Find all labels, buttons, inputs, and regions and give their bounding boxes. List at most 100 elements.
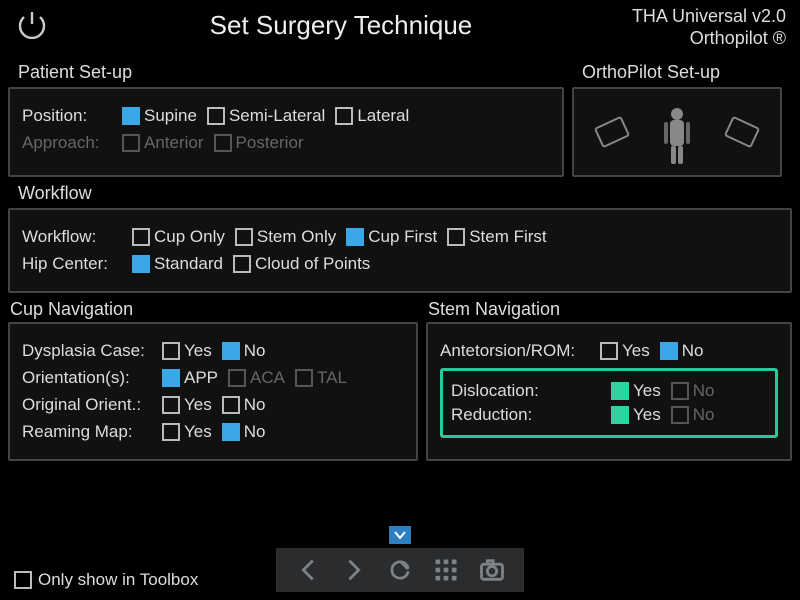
settings-icon[interactable]: [386, 556, 414, 584]
original-orient-label: Original Orient.:: [22, 395, 152, 415]
orientation-aca-label: ACA: [250, 368, 285, 388]
antetorsion-no-option[interactable]: No: [660, 341, 704, 361]
orientation-tal-option: TAL: [295, 368, 347, 388]
dislocation-no-option: No: [671, 381, 715, 401]
orthopilot-setup-diagram[interactable]: [572, 87, 782, 177]
workflow-label: Workflow:: [22, 227, 122, 247]
checkbox-checked-icon: [132, 255, 150, 273]
antetorsion-yes-option[interactable]: Yes: [600, 341, 650, 361]
page-title: Set Surgery Technique: [50, 6, 632, 41]
approach-posterior-option: Posterior: [214, 133, 304, 153]
checkbox-checked-icon: [222, 342, 240, 360]
approach-posterior-label: Posterior: [236, 133, 304, 153]
checkbox-checked-icon: [611, 382, 629, 400]
dislocation-yes-option[interactable]: Yes: [611, 381, 661, 401]
hip-center-cloud-option[interactable]: Cloud of Points: [233, 254, 370, 274]
approach-anterior-option: Anterior: [122, 133, 204, 153]
reduction-label: Reduction:: [451, 405, 601, 425]
checkbox-icon: [233, 255, 251, 273]
dysplasia-yes-label: Yes: [184, 341, 212, 361]
power-icon[interactable]: [14, 8, 50, 44]
next-button[interactable]: [340, 556, 368, 584]
orientation-app-label: APP: [184, 368, 218, 388]
approach-label: Approach:: [22, 133, 112, 153]
reaming-yes-label: Yes: [184, 422, 212, 442]
only-show-in-toolbox-option[interactable]: Only show in Toolbox: [14, 570, 198, 590]
prev-button[interactable]: [294, 556, 322, 584]
bottom-toolbar: [276, 548, 524, 592]
workflow-title: Workflow: [18, 183, 792, 204]
hip-center-cloud-label: Cloud of Points: [255, 254, 370, 274]
orientation-aca-option: ACA: [228, 368, 285, 388]
position-lateral-label: Lateral: [357, 106, 409, 126]
checkbox-icon: [162, 423, 180, 441]
workflow-cup-first-label: Cup First: [368, 227, 437, 247]
orientation-app-option[interactable]: APP: [162, 368, 218, 388]
checkbox-icon: [235, 228, 253, 246]
collapse-down-icon[interactable]: [389, 526, 411, 544]
hip-center-label: Hip Center:: [22, 254, 122, 274]
reduction-yes-label: Yes: [633, 405, 661, 425]
dysplasia-no-option[interactable]: No: [222, 341, 266, 361]
checkbox-disabled-icon: [295, 369, 313, 387]
workflow-cup-first-option[interactable]: Cup First: [346, 227, 437, 247]
checkbox-icon: [335, 107, 353, 125]
original-orient-yes-option[interactable]: Yes: [162, 395, 212, 415]
checkbox-icon: [132, 228, 150, 246]
patient-setup-title: Patient Set-up: [18, 62, 564, 83]
only-show-in-toolbox-label: Only show in Toolbox: [38, 570, 198, 590]
workflow-cup-only-label: Cup Only: [154, 227, 225, 247]
product-info: THA Universal v2.0 Orthopilot ®: [632, 6, 786, 49]
position-semi-lateral-label: Semi-Lateral: [229, 106, 325, 126]
checkbox-checked-icon: [611, 406, 629, 424]
workflow-stem-first-label: Stem First: [469, 227, 546, 247]
position-lateral-option[interactable]: Lateral: [335, 106, 409, 126]
hip-center-standard-option[interactable]: Standard: [132, 254, 223, 274]
workflow-stem-first-option[interactable]: Stem First: [447, 227, 546, 247]
checkbox-icon: [14, 571, 32, 589]
reduction-no-option: No: [671, 405, 715, 425]
position-semi-lateral-option[interactable]: Semi-Lateral: [207, 106, 325, 126]
antetorsion-yes-label: Yes: [622, 341, 650, 361]
position-label: Position:: [22, 106, 112, 126]
checkbox-checked-icon: [660, 342, 678, 360]
stem-navigation-title: Stem Navigation: [428, 299, 560, 320]
product-version: THA Universal v2.0: [632, 6, 786, 28]
checkbox-icon: [207, 107, 225, 125]
checkbox-disabled-icon: [122, 134, 140, 152]
checkbox-disabled-icon: [671, 382, 689, 400]
checkbox-icon: [600, 342, 618, 360]
reduction-no-label: No: [693, 405, 715, 425]
dislocation-reduction-highlight: Dislocation: Yes No Reduction: Yes No: [440, 368, 778, 438]
reaming-no-option[interactable]: No: [222, 422, 266, 442]
dysplasia-label: Dysplasia Case:: [22, 341, 152, 361]
antetorsion-label: Antetorsion/ROM:: [440, 341, 590, 361]
orthopilot-setup-title: OrthoPilot Set-up: [582, 62, 792, 83]
reaming-yes-option[interactable]: Yes: [162, 422, 212, 442]
hip-center-standard-label: Standard: [154, 254, 223, 274]
checkbox-disabled-icon: [671, 406, 689, 424]
checkbox-checked-icon: [346, 228, 364, 246]
checkbox-icon: [162, 396, 180, 414]
checkbox-disabled-icon: [214, 134, 232, 152]
product-brand: Orthopilot ®: [632, 28, 786, 50]
checkbox-checked-icon: [122, 107, 140, 125]
dysplasia-no-label: No: [244, 341, 266, 361]
checkbox-icon: [162, 342, 180, 360]
apps-grid-icon[interactable]: [432, 556, 460, 584]
checkbox-disabled-icon: [228, 369, 246, 387]
checkbox-icon: [447, 228, 465, 246]
reduction-yes-option[interactable]: Yes: [611, 405, 661, 425]
workflow-stem-only-label: Stem Only: [257, 227, 336, 247]
checkbox-checked-icon: [222, 423, 240, 441]
workflow-stem-only-option[interactable]: Stem Only: [235, 227, 336, 247]
cup-navigation-title: Cup Navigation: [10, 299, 420, 320]
dislocation-no-label: No: [693, 381, 715, 401]
workflow-cup-only-option[interactable]: Cup Only: [132, 227, 225, 247]
original-orient-yes-label: Yes: [184, 395, 212, 415]
original-orient-no-option[interactable]: No: [222, 395, 266, 415]
dysplasia-yes-option[interactable]: Yes: [162, 341, 212, 361]
position-supine-option[interactable]: Supine: [122, 106, 197, 126]
camera-icon[interactable]: [478, 556, 506, 584]
approach-anterior-label: Anterior: [144, 133, 204, 153]
